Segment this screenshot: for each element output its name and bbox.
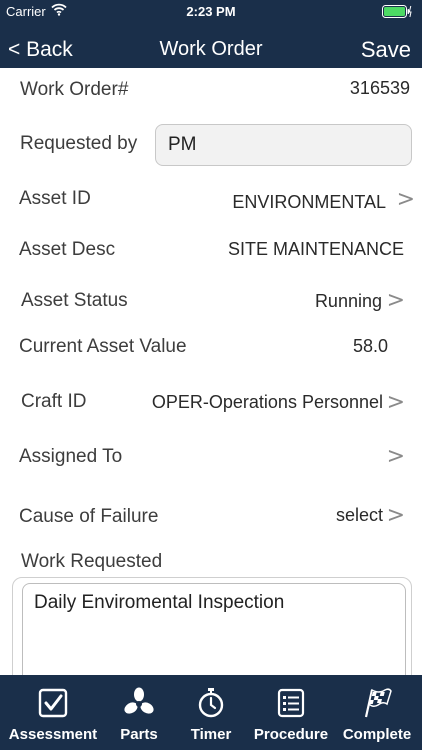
back-button[interactable]: < Back xyxy=(8,38,73,62)
save-button[interactable]: Save xyxy=(361,37,411,63)
tab-bar: Assessment Parts Timer Procedure Complet… xyxy=(0,675,422,750)
requested-by-label: Requested by xyxy=(20,133,138,154)
chevron-right-icon: > xyxy=(386,390,405,415)
cause-of-failure-label: Cause of Failure xyxy=(19,506,159,527)
chevron-right-icon: > xyxy=(386,288,405,313)
work-requested-textarea[interactable]: Daily Enviromental Inspection xyxy=(22,583,406,675)
asset-id-label: Asset ID xyxy=(19,188,91,209)
asset-desc-label: Asset Desc xyxy=(19,239,116,260)
assigned-to-label: Assigned To xyxy=(19,446,123,467)
chevron-right-icon: > xyxy=(396,187,415,212)
tab-label-parts: Parts xyxy=(120,726,158,743)
work-order-form: Work Order# 316539 Requested by PM Asset… xyxy=(0,68,422,675)
work-requested-label: Work Requested xyxy=(21,551,163,572)
tab-label-timer: Timer xyxy=(190,726,232,743)
asset-desc-value: SITE MAINTENANCE xyxy=(227,239,404,259)
tab-procedure[interactable]: Procedure xyxy=(250,675,332,750)
tab-parts[interactable]: Parts xyxy=(106,675,172,750)
work-order-value: 316539 xyxy=(349,78,410,98)
stopwatch-icon xyxy=(198,688,224,718)
tab-complete[interactable]: Complete xyxy=(332,675,422,750)
craft-id-label: Craft ID xyxy=(21,391,87,412)
status-bar: Carrier 2:23 PM xyxy=(0,0,422,22)
tab-label-complete: Complete xyxy=(342,726,412,743)
list-icon xyxy=(277,688,305,718)
fan-icon xyxy=(124,687,154,714)
asset-status-label: Asset Status xyxy=(21,290,128,311)
current-asset-value-label: Current Asset Value xyxy=(19,336,187,357)
work-order-label: Work Order# xyxy=(20,79,129,100)
tab-assessment[interactable]: Assessment xyxy=(0,675,106,750)
requested-by-field[interactable]: PM xyxy=(155,124,412,166)
current-asset-value: 58.0 xyxy=(352,336,388,356)
asset-status-value: Running xyxy=(314,291,382,311)
craft-id-value: OPER-Operations Personnel xyxy=(151,392,383,412)
checkbox-icon xyxy=(38,688,68,718)
tab-label-procedure: Procedure xyxy=(253,726,329,743)
tab-label-assessment: Assessment xyxy=(8,726,98,743)
asset-id-value: ENVIRONMENTAL xyxy=(232,192,386,212)
cause-of-failure-value: select xyxy=(335,505,383,525)
checkered-flag-icon xyxy=(364,688,392,718)
tab-timer[interactable]: Timer xyxy=(172,675,250,750)
chevron-right-icon: > xyxy=(386,503,405,528)
battery-icon xyxy=(382,5,412,21)
navigation-bar: < Back Work Order Save xyxy=(0,22,422,68)
status-time: 2:23 PM xyxy=(186,4,236,19)
chevron-right-icon: > xyxy=(386,444,405,469)
